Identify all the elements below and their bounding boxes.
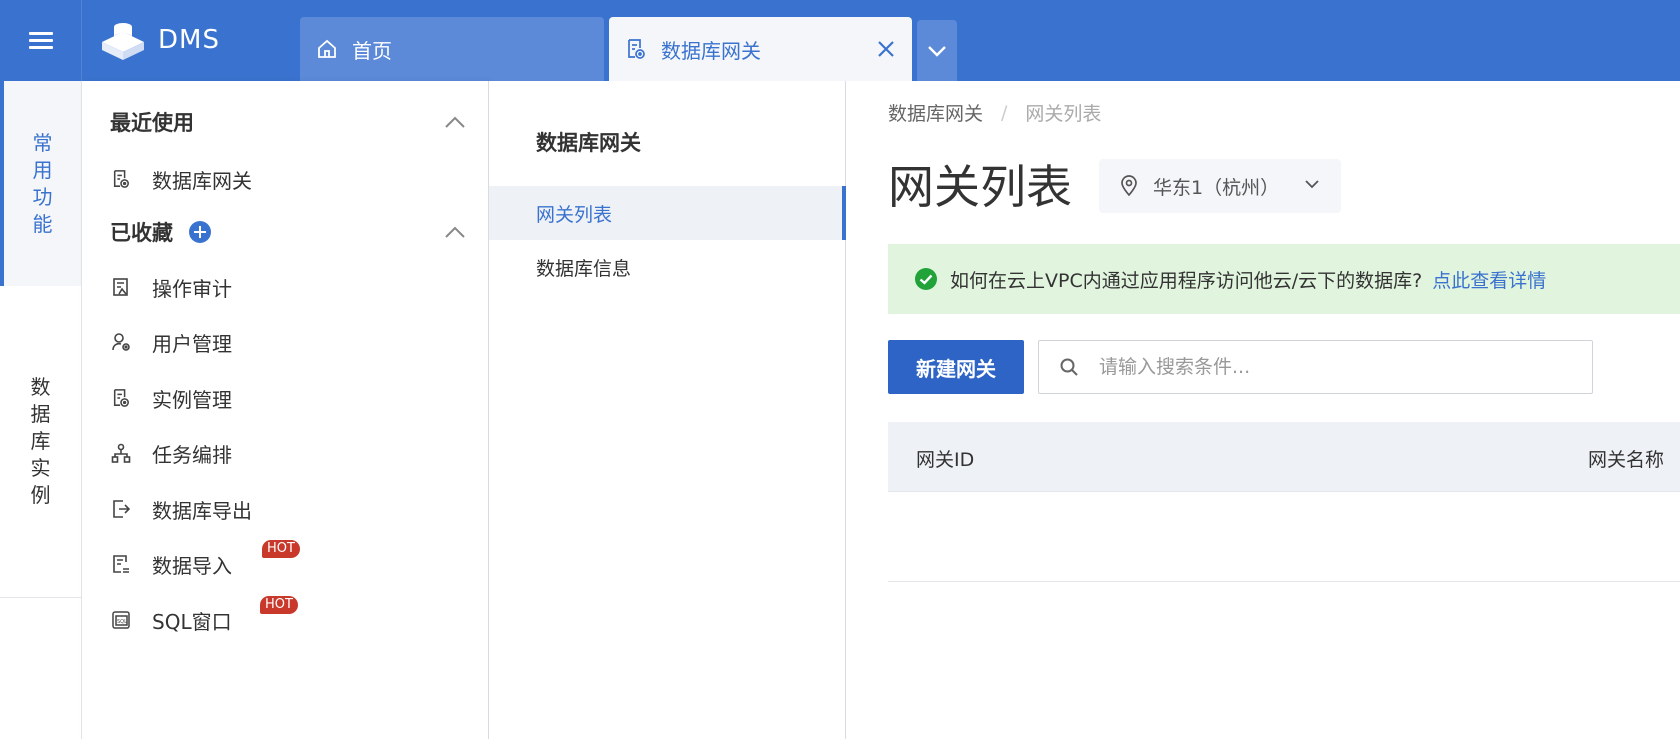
add-favorite-icon[interactable] (189, 221, 211, 243)
top-bar: DMS 首页 数据库网关 (0, 0, 1680, 81)
favorites-title: 已收藏 (110, 221, 173, 245)
nav-item-database-gateway[interactable]: 数据库网关 (110, 161, 252, 197)
rail-char: 实 (30, 456, 51, 480)
audit-icon (110, 276, 132, 298)
app-logo[interactable]: DMS (100, 18, 220, 62)
nav-item-label: 实例管理 (152, 387, 232, 412)
nav-item-label: 操作审计 (152, 276, 232, 301)
nav-panel: 最近使用 数据库网关 已收藏 操作审计 用户管理 实例管理 任务编排 数据库导出… (82, 81, 489, 739)
user-manage-icon (110, 331, 132, 353)
location-pin-icon (1121, 175, 1137, 197)
dms-logo-icon (102, 23, 144, 60)
tabs-more-button[interactable] (917, 20, 957, 81)
database-gateway-icon (623, 36, 649, 62)
app-name: DMS (158, 25, 220, 55)
rail-char: 用 (32, 157, 53, 182)
nav-item-label: 数据库网关 (152, 168, 252, 193)
table-body-empty (888, 492, 1680, 582)
notice-text: 如何在云上VPC内通过应用程序访问他云/云下的数据库? (950, 269, 1423, 292)
main-content: 数据库网关 / 网关列表 网关列表 华东1（杭州） 如何在云上VPC内通过应用程… (847, 81, 1680, 739)
submenu-item-label: 网关列表 (536, 203, 613, 226)
breadcrumb-separator: / (1001, 101, 1008, 124)
sql-window-icon: SQL (110, 609, 132, 631)
rail-item-common[interactable]: 常 用 功 能 (0, 81, 81, 286)
nav-item-user-manage[interactable]: 用户管理 (110, 324, 232, 360)
tab-label: 数据库网关 (661, 38, 761, 63)
svg-text:SQL: SQL (117, 619, 127, 625)
column-gateway-id: 网关ID (916, 449, 975, 471)
export-icon (110, 498, 132, 520)
submenu-panel: 数据库网关 网关列表 数据库信息 (489, 81, 846, 739)
close-icon[interactable] (874, 37, 898, 61)
rail-char: 常 (32, 130, 53, 155)
page-title: 网关列表 (888, 160, 1072, 214)
nav-item-instance-manage[interactable]: 实例管理 (110, 380, 232, 416)
recent-section-title[interactable]: 最近使用 (110, 107, 194, 137)
left-rail: 常 用 功 能 数 据 库 实 例 (0, 81, 82, 739)
rail-char: 库 (30, 429, 51, 453)
nav-item-task-flow[interactable]: 任务编排 (110, 435, 232, 471)
hamburger-icon (28, 31, 53, 50)
nav-item-audit[interactable]: 操作审计 (110, 269, 232, 305)
tab-label: 首页 (352, 38, 392, 63)
new-gateway-button[interactable]: 新建网关 (888, 340, 1024, 394)
nav-item-label: 数据导入 (152, 553, 232, 578)
column-gateway-name: 网关名称 (1588, 449, 1665, 471)
task-flow-icon (110, 442, 132, 464)
chevron-up-icon[interactable] (444, 225, 466, 239)
breadcrumb-current: 网关列表 (1025, 103, 1102, 125)
nav-item-label: SQL窗口 (152, 609, 232, 634)
search-box[interactable] (1038, 340, 1593, 394)
submenu-item-label: 数据库信息 (536, 257, 632, 280)
database-gateway-icon (110, 168, 132, 190)
rail-char: 功 (32, 184, 53, 209)
import-icon (110, 553, 132, 575)
submenu-item-db-info[interactable]: 数据库信息 (489, 240, 846, 294)
info-notice: 如何在云上VPC内通过应用程序访问他云/云下的数据库? 点此查看详情 (888, 244, 1680, 314)
instance-manage-icon (110, 387, 132, 409)
region-select[interactable]: 华东1（杭州） (1099, 159, 1341, 213)
notice-detail-link[interactable]: 点此查看详情 (1432, 266, 1546, 293)
search-input[interactable] (1099, 356, 1569, 378)
chevron-up-icon[interactable] (444, 115, 466, 129)
rail-item-db-instance[interactable]: 数 据 库 实 例 (0, 286, 81, 598)
nav-item-label: 用户管理 (152, 331, 232, 356)
favorites-section-title[interactable]: 已收藏 (110, 217, 211, 247)
hot-badge: HOT (262, 540, 300, 558)
home-icon (314, 36, 340, 62)
region-label: 华东1（杭州） (1153, 176, 1280, 199)
nav-item-sql-window[interactable]: SQL SQL窗口 HOT (110, 596, 298, 638)
hot-badge: HOT (260, 596, 298, 614)
chevron-down-icon (928, 45, 946, 57)
table-header: 网关ID 网关名称 (888, 422, 1680, 492)
check-circle-icon (915, 268, 937, 290)
rail-char: 数 (30, 375, 51, 399)
submenu-title: 数据库网关 (536, 131, 641, 155)
rail-char: 据 (30, 402, 51, 426)
chevron-down-icon (1305, 180, 1319, 189)
tab-home[interactable]: 首页 (300, 17, 604, 81)
search-icon (1060, 358, 1078, 376)
menu-button[interactable] (0, 0, 82, 81)
nav-item-label: 数据库导出 (152, 498, 252, 523)
tab-database-gateway[interactable]: 数据库网关 (609, 17, 912, 81)
nav-item-db-export[interactable]: 数据库导出 (110, 491, 252, 527)
submenu-item-gateway-list[interactable]: 网关列表 (489, 186, 846, 240)
rail-char: 例 (30, 483, 51, 507)
rail-char: 能 (32, 211, 53, 236)
breadcrumb-item[interactable]: 数据库网关 (888, 99, 983, 126)
recent-title: 最近使用 (110, 111, 194, 135)
nav-item-label: 任务编排 (152, 442, 232, 467)
breadcrumb: 数据库网关 / 网关列表 (888, 99, 1101, 126)
nav-item-data-import[interactable]: 数据导入 HOT (110, 540, 300, 582)
